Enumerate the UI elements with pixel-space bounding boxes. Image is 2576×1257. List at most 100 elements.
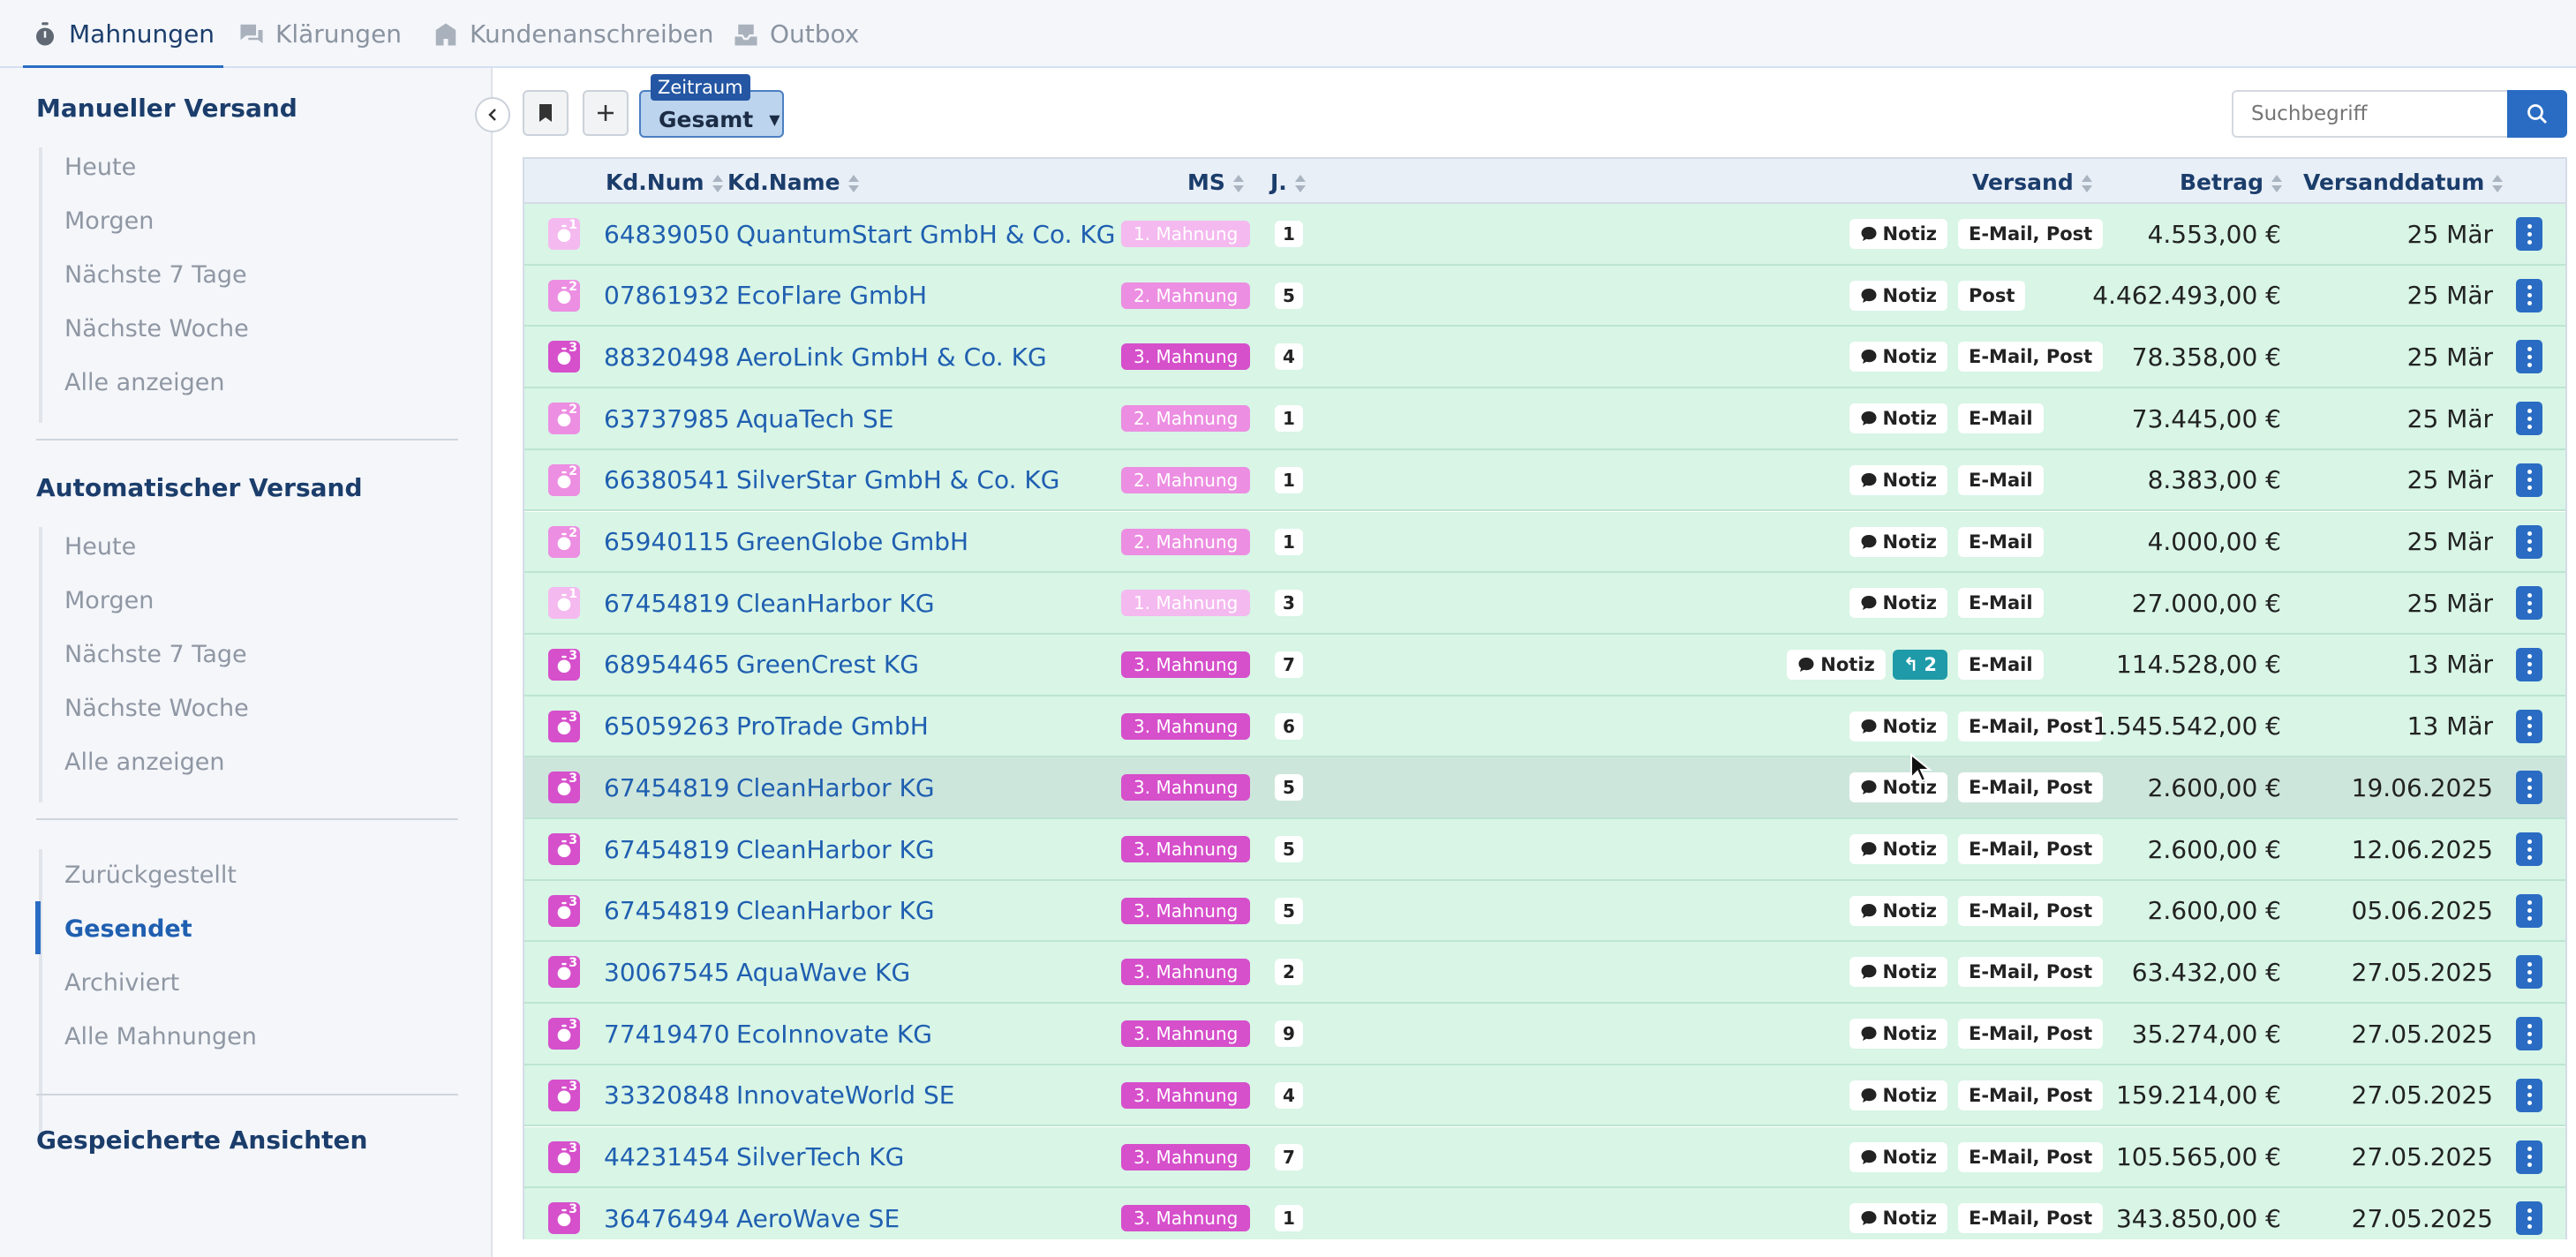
customer-number-link[interactable]: 63737985 (604, 404, 730, 433)
sidebar-item-auto-morgen[interactable]: Morgen (64, 587, 154, 614)
table-row[interactable]: 1 64839050 QuantumStart GmbH & Co. KG 1. Ma… (524, 204, 2565, 266)
customer-name-link[interactable]: QuantumStart GmbH & Co. KG (736, 220, 1115, 249)
row-menu-button[interactable] (2516, 955, 2542, 990)
table-row[interactable]: 3 33320848 InnovateWorld SE 3. Mahnung 4 Noti… (524, 1065, 2565, 1127)
note-button[interactable]: Notiz (1849, 711, 1947, 741)
sidebar-item-auto-heute[interactable]: Heute (64, 533, 136, 561)
sidebar-item-manual-heute[interactable]: Heute (64, 154, 136, 181)
customer-name-link[interactable]: InnovateWorld SE (736, 1080, 954, 1110)
row-menu-button[interactable] (2516, 217, 2542, 251)
note-button[interactable]: Notiz (1849, 957, 1947, 988)
row-menu-button[interactable] (2516, 463, 2542, 497)
sidebar-item-auto-naechste-woche[interactable]: Nächste Woche (64, 695, 249, 722)
column-header-versanddatum[interactable]: Versanddatum (2303, 159, 2504, 206)
search-button[interactable] (2507, 90, 2567, 138)
column-header-kdname[interactable]: Kd.Name (727, 159, 860, 206)
customer-number-link[interactable]: 68954465 (604, 650, 730, 679)
note-button[interactable]: Notiz (1849, 1019, 1947, 1050)
table-row[interactable]: 2 07861932 EcoFlare GmbH 2. Mahnung 5 Notiz Po… (524, 265, 2565, 327)
sidebar-item-gesendet[interactable]: Gesendet (64, 915, 192, 943)
row-menu-button[interactable] (2516, 340, 2542, 374)
sidebar-item-archiviert[interactable]: Archiviert (64, 969, 179, 997)
customer-name-link[interactable]: GreenCrest KG (736, 650, 919, 679)
customer-number-link[interactable]: 07861932 (604, 281, 730, 310)
note-button[interactable]: Notiz (1849, 834, 1947, 864)
row-menu-button[interactable] (2516, 1140, 2542, 1174)
customer-number-link[interactable]: 30067545 (604, 958, 730, 987)
note-button[interactable]: Notiz (1787, 649, 1886, 680)
customer-name-link[interactable]: AquaWave KG (736, 958, 910, 987)
customer-name-link[interactable]: CleanHarbor KG (736, 835, 935, 864)
row-menu-button[interactable] (2516, 647, 2542, 681)
row-menu-button[interactable] (2516, 709, 2542, 743)
customer-name-link[interactable]: AeroLink GmbH & Co. KG (736, 342, 1047, 372)
sidebar-item-alle-mahnungen[interactable]: Alle Mahnungen (64, 1023, 257, 1050)
add-button[interactable] (583, 90, 629, 136)
table-row[interactable]: 3 67454819 CleanHarbor KG 3. Mahnung 5 Notiz E… (524, 819, 2565, 881)
customer-name-link[interactable]: CleanHarbor KG (736, 896, 935, 925)
customer-name-link[interactable]: SilverTech KG (736, 1142, 904, 1171)
row-menu-button[interactable] (2516, 771, 2542, 805)
table-row[interactable]: 3 77419470 EcoInnovate KG 3. Mahnung 9 Notiz E… (524, 1004, 2565, 1065)
note-button[interactable]: Notiz (1849, 895, 1947, 926)
table-row[interactable]: 3 44231454 SilverTech KG 3. Mahnung 7 Notiz E-… (524, 1126, 2565, 1189)
table-row[interactable]: 2 63737985 AquaTech SE 2. Mahnung 1 Notiz E-Ma… (524, 388, 2565, 450)
table-row[interactable]: 3 68954465 GreenCrest KG 3. Mahnung 7 Notiz ↰ 2… (524, 634, 2565, 696)
column-header-ms[interactable]: MS (1187, 159, 1245, 206)
customer-number-link[interactable]: 67454819 (604, 896, 730, 925)
note-button[interactable]: Notiz (1849, 403, 1947, 434)
row-menu-button[interactable] (2516, 1078, 2542, 1112)
customer-number-link[interactable]: 65059263 (604, 711, 730, 741)
customer-name-link[interactable]: ProTrade GmbH (736, 711, 929, 741)
column-header-j[interactable]: J. (1270, 159, 1307, 206)
customer-number-link[interactable]: 66380541 (604, 465, 730, 494)
sidebar-item-manual-alle[interactable]: Alle anzeigen (64, 369, 224, 396)
customer-number-link[interactable]: 36476494 (604, 1204, 730, 1233)
saved-views-heading[interactable]: Gespeicherte Ansichten (36, 1125, 367, 1155)
row-menu-button[interactable] (2516, 832, 2542, 866)
replies-badge[interactable]: ↰ 2 (1892, 649, 1947, 680)
customer-name-link[interactable]: GreenGlobe GmbH (736, 527, 968, 556)
table-row[interactable]: 2 66380541 SilverStar GmbH & Co. KG 2. Mahn… (524, 449, 2565, 512)
customer-number-link[interactable]: 67454819 (604, 773, 730, 802)
sidebar-item-manual-naechste-woche[interactable]: Nächste Woche (64, 315, 249, 342)
tab-klaerungen[interactable]: Klärungen (238, 0, 402, 68)
bookmark-button[interactable] (523, 90, 569, 136)
collapse-sidebar-button[interactable] (475, 97, 510, 132)
column-header-versand[interactable]: Versand (1972, 159, 2093, 206)
table-row[interactable]: 2 65940115 GreenGlobe GmbH 2. Mahnung 1 Notiz… (524, 511, 2565, 574)
tab-outbox[interactable]: Outbox (733, 0, 859, 68)
table-row[interactable]: 3 67454819 CleanHarbor KG 3. Mahnung 5 Notiz E… (524, 757, 2565, 819)
column-header-kdnum[interactable]: Kd.Num (606, 159, 724, 206)
customer-number-link[interactable]: 64839050 (604, 220, 730, 249)
customer-number-link[interactable]: 88320498 (604, 342, 730, 372)
customer-name-link[interactable]: CleanHarbor KG (736, 589, 935, 618)
customer-number-link[interactable]: 67454819 (604, 589, 730, 618)
customer-name-link[interactable]: AquaTech SE (736, 404, 893, 433)
row-menu-button[interactable] (2516, 586, 2542, 621)
table-row[interactable]: 3 30067545 AquaWave KG 3. Mahnung 2 Notiz E-Ma… (524, 942, 2565, 1005)
row-menu-button[interactable] (2516, 278, 2542, 312)
customer-name-link[interactable]: CleanHarbor KG (736, 773, 935, 802)
customer-number-link[interactable]: 67454819 (604, 835, 730, 864)
note-button[interactable]: Notiz (1849, 219, 1947, 249)
note-button[interactable]: Notiz (1849, 1080, 1947, 1110)
customer-number-link[interactable]: 44231454 (604, 1142, 730, 1171)
table-row[interactable]: 3 67454819 CleanHarbor KG 3. Mahnung 5 Notiz E… (524, 880, 2565, 943)
row-menu-button[interactable] (2516, 893, 2542, 928)
row-menu-button[interactable] (2516, 1017, 2542, 1051)
customer-name-link[interactable]: EcoFlare GmbH (736, 281, 927, 310)
note-button[interactable]: Notiz (1849, 342, 1947, 373)
search-input[interactable] (2232, 90, 2509, 138)
table-row[interactable]: 3 65059263 ProTrade GmbH 3. Mahnung 6 Notiz E-… (524, 696, 2565, 758)
sidebar-item-zurueckgestellt[interactable]: Zurückgestellt (64, 862, 237, 889)
tab-kundenanschreiben[interactable]: Kundenanschreiben (433, 0, 714, 68)
tab-mahnungen[interactable]: Mahnungen (22, 0, 224, 70)
note-button[interactable]: Notiz (1849, 1141, 1947, 1172)
note-button[interactable]: Notiz (1849, 588, 1947, 619)
note-button[interactable]: Notiz (1849, 1203, 1947, 1234)
note-button[interactable]: Notiz (1849, 526, 1947, 557)
note-button[interactable]: Notiz (1849, 464, 1947, 495)
table-row[interactable]: 3 36476494 AeroWave SE 3. Mahnung 1 Notiz E-Ma… (524, 1188, 2565, 1239)
row-menu-button[interactable] (2516, 1201, 2542, 1236)
